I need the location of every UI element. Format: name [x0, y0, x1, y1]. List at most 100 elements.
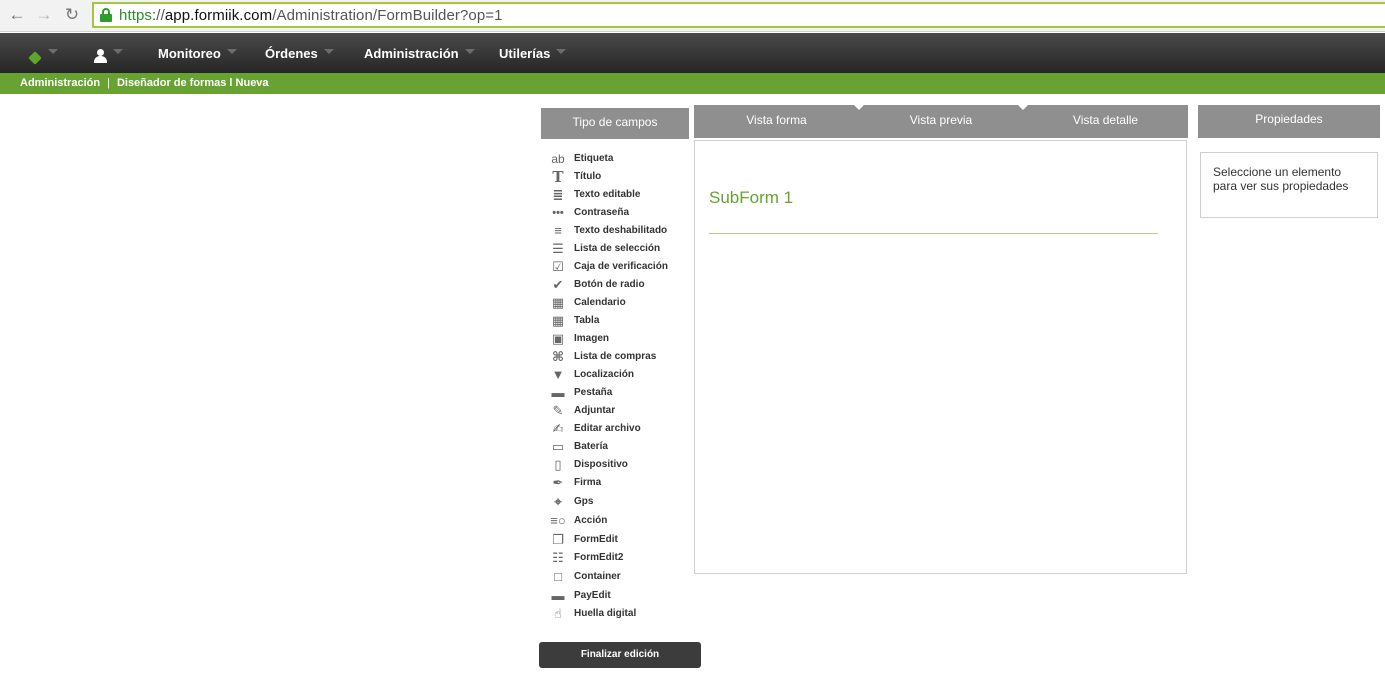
field-type-titulo[interactable]: T Título — [545, 169, 695, 185]
reload-icon[interactable]: ↻ — [62, 6, 82, 24]
field-type-gps[interactable]: ⌖ Gps — [545, 494, 695, 510]
field-type-label: Adjuntar — [574, 405, 616, 416]
breadcrumb-separator: | — [107, 77, 110, 89]
field-type-calendario[interactable]: ▦ Calendario — [545, 295, 695, 311]
form-canvas[interactable]: SubForm 1 — [694, 140, 1187, 574]
field-type-container[interactable]: □ Container — [545, 569, 695, 585]
field-type-label: Batería — [574, 441, 608, 452]
breadcrumb: Administración | Diseñador de formas l Nue… — [0, 73, 1385, 94]
field-type-label: Huella digital — [574, 608, 637, 619]
field-type-label: Calendario — [574, 297, 626, 308]
browser-toolbar: ← → ↻ https://app.formiik.com/Administra… — [0, 0, 1385, 32]
fingerprint-icon: ☝ — [554, 606, 562, 621]
attach-icon: ✎ — [552, 403, 564, 418]
main-navbar: Monitoreo Órdenes Administración Utilerí… — [0, 33, 1385, 73]
properties-empty-message: Seleccione un elemento para ver sus prop… — [1213, 165, 1349, 193]
nav-item-label: Monitoreo — [158, 46, 221, 61]
url-text[interactable]: https://app.formiik.com/Administration/F… — [119, 7, 503, 24]
field-type-label: FormEdit2 — [574, 552, 624, 563]
user-icon[interactable] — [93, 49, 107, 63]
text-label-icon: ab — [551, 152, 565, 166]
nav-item-monitoreo[interactable]: Monitoreo — [158, 33, 237, 73]
field-type-huella-digital[interactable]: ☝ Huella digital — [545, 606, 695, 622]
view-tabs: Vista forma Vista previa Vista detalle — [694, 105, 1188, 138]
table-icon: ▦ — [551, 313, 565, 328]
title-icon: T — [552, 168, 564, 186]
field-type-label: Texto editable — [574, 189, 641, 200]
field-type-localizacion[interactable]: ▼ Localización — [545, 367, 695, 383]
field-type-label: Imagen — [574, 333, 610, 344]
chevron-down-icon[interactable] — [48, 49, 58, 54]
chevron-down-icon[interactable] — [113, 49, 123, 54]
chevron-down-icon — [556, 49, 567, 54]
field-type-label: Lista de compras — [574, 351, 657, 362]
url-host: app.formiik.com — [164, 7, 273, 24]
field-type-label: Caja de verificación — [574, 261, 668, 272]
field-type-texto-editable[interactable]: ≣ Texto editable — [545, 187, 695, 203]
field-type-caja-verificacion[interactable]: ☑ Caja de verificación — [545, 259, 695, 275]
disabled-text-icon: ≡ — [554, 223, 562, 238]
field-type-tabla[interactable]: ▦ Tabla — [545, 313, 695, 329]
gps-icon: ⌖ — [554, 494, 562, 509]
field-type-label: Acción — [574, 515, 608, 526]
field-type-label: Lista de selección — [574, 243, 661, 254]
field-type-imagen[interactable]: ▣ Imagen — [545, 331, 695, 347]
field-type-texto-deshabilitado[interactable]: ≡ Texto deshabilitado — [545, 223, 695, 239]
field-type-label: Botón de radio — [574, 279, 645, 290]
nav-item-ordenes[interactable]: Órdenes — [265, 33, 334, 73]
field-type-editar-archivo[interactable]: ✍ Editar archivo — [545, 421, 695, 437]
field-type-label: Pestaña — [574, 387, 613, 398]
tab-vista-forma[interactable]: Vista forma — [694, 105, 859, 138]
url-scheme: https — [119, 7, 153, 24]
calendar-icon: ▦ — [551, 295, 565, 310]
action-icon: ≡○ — [550, 513, 566, 528]
field-type-bateria[interactable]: ▭ Batería — [545, 439, 695, 455]
folder-tab-icon: ▬ — [551, 385, 565, 400]
field-type-accion[interactable]: ≡○ Acción — [545, 513, 695, 529]
nav-item-utilerias[interactable]: Utilerías — [499, 33, 567, 73]
field-types-header: Tipo de campos — [541, 108, 689, 139]
image-icon: ▣ — [551, 331, 565, 346]
url-path: /Administration/FormBuilder?op=1 — [272, 7, 503, 24]
arrow-right-icon[interactable]: → — [34, 6, 54, 24]
field-type-dispositivo[interactable]: ▯ Dispositivo — [545, 457, 695, 473]
tab-vista-previa[interactable]: Vista previa — [859, 105, 1023, 138]
field-type-contrasena[interactable]: ••• Contraseña — [545, 205, 695, 221]
form-edit2-icon: ☷ — [552, 550, 564, 565]
lock-icon — [100, 8, 112, 22]
address-bar[interactable]: https://app.formiik.com/Administration/F… — [92, 2, 1385, 28]
subform-title[interactable]: SubForm 1 — [709, 188, 793, 208]
signature-icon: ✒ — [552, 475, 564, 490]
field-type-firma[interactable]: ✒ Firma — [545, 475, 695, 491]
field-type-adjuntar[interactable]: ✎ Adjuntar — [545, 403, 695, 419]
field-type-lista-seleccion[interactable]: ☰ Lista de selección — [545, 241, 695, 257]
chevron-down-icon — [323, 49, 334, 54]
tab-vista-detalle[interactable]: Vista detalle — [1023, 105, 1188, 138]
field-type-etiqueta[interactable]: ab Etiqueta — [545, 151, 695, 167]
field-type-formedit[interactable]: ❐ FormEdit — [545, 532, 695, 548]
field-type-label: Gps — [574, 496, 594, 507]
field-type-label: Localización — [574, 369, 635, 380]
field-type-label: Etiqueta — [574, 153, 614, 164]
field-type-label: Dispositivo — [574, 459, 628, 470]
field-type-payedit[interactable]: ▬ PayEdit — [545, 588, 695, 604]
breadcrumb-root[interactable]: Administración — [20, 77, 100, 89]
field-type-boton-radio[interactable]: ✔ Botón de radio — [545, 277, 695, 293]
arrow-left-icon[interactable]: ← — [7, 6, 27, 24]
container-icon: □ — [554, 569, 562, 584]
nav-item-label: Utilerías — [499, 46, 551, 61]
nav-item-label: Órdenes — [265, 46, 318, 61]
nav-item-label: Administración — [364, 46, 459, 61]
field-type-pestana[interactable]: ▬ Pestaña — [545, 385, 695, 401]
battery-icon: ▭ — [551, 439, 565, 454]
subform-divider — [709, 233, 1158, 234]
field-type-lista-compras[interactable]: ⌘ Lista de compras — [545, 349, 695, 365]
chevron-down-icon — [464, 49, 475, 54]
nav-item-administracion[interactable]: Administración — [364, 33, 475, 73]
field-type-formedit2[interactable]: ☷ FormEdit2 — [545, 550, 695, 566]
field-type-label: Contraseña — [574, 207, 630, 218]
field-type-label: PayEdit — [574, 590, 611, 601]
field-type-label: Tabla — [574, 315, 600, 326]
finish-editing-button[interactable]: Finalizar edición — [539, 642, 701, 668]
tab-divider — [1018, 105, 1028, 110]
